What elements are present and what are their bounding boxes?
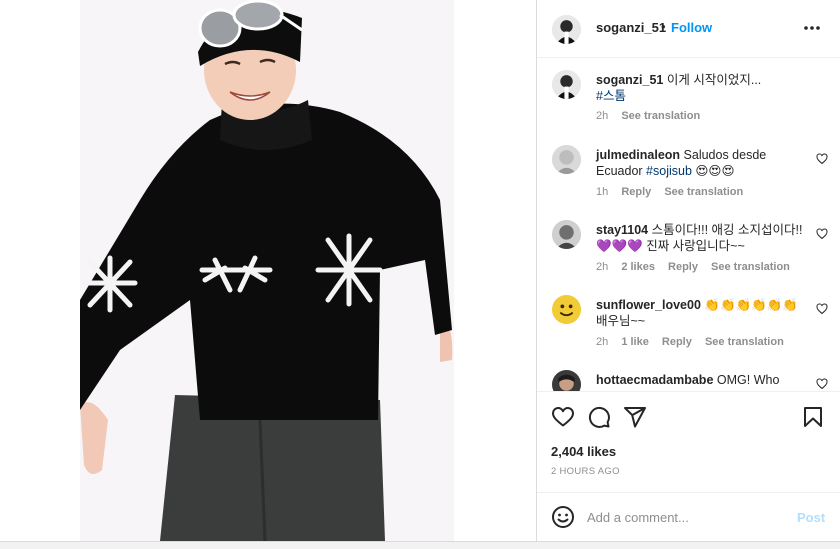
- comment-text: hottaecmadambabe OMG! Who: [596, 372, 810, 388]
- post-photo[interactable]: [80, 0, 454, 541]
- post-button[interactable]: Post: [797, 510, 825, 525]
- post-image: [80, 0, 454, 541]
- comment-emoji: 💜💜💜: [596, 239, 643, 253]
- heart-icon[interactable]: [551, 405, 575, 429]
- caption-hashtag[interactable]: #스톰: [596, 89, 626, 103]
- reply-button[interactable]: Reply: [621, 186, 651, 198]
- comment-body: 스톰이다!!! 애깅 소지섭이다!!: [651, 223, 803, 237]
- add-comment-bar: Post: [537, 492, 840, 541]
- comment-like-heart-icon[interactable]: [816, 378, 828, 390]
- reply-button[interactable]: Reply: [662, 336, 692, 348]
- commenter-username[interactable]: hottaecmadambabe: [596, 373, 713, 387]
- comment-time[interactable]: 2h: [596, 336, 608, 348]
- comment-emoji: 😍😍😍: [695, 164, 735, 178]
- commenter-avatar[interactable]: [552, 145, 581, 174]
- reply-button[interactable]: Reply: [668, 261, 698, 273]
- comment-input[interactable]: [587, 506, 787, 528]
- post-side-panel: soganzi_51 • Follow soganzi_51 이게 시작이었지.…: [537, 0, 840, 541]
- comment-time[interactable]: 2h: [596, 261, 608, 273]
- see-translation-button[interactable]: See translation: [711, 261, 790, 273]
- window-bottom-edge: [0, 541, 840, 549]
- commenter-username[interactable]: sunflower_love00: [596, 298, 701, 312]
- comment-text: stay1104 스톰이다!!! 애깅 소지섭이다!! 💜💜💜 진짜 사랑입니다…: [596, 222, 810, 254]
- follow-button[interactable]: Follow: [671, 20, 712, 35]
- post-timestamp[interactable]: 2 HOURS AGO: [551, 466, 620, 477]
- comment-body-2: 진짜 사랑입니다~~: [646, 239, 745, 253]
- more-options-icon[interactable]: [802, 18, 822, 38]
- comment-text: sunflower_love00 👏👏👏👏👏👏 배우님~~: [596, 297, 810, 329]
- comment-likes[interactable]: 1 like: [621, 336, 649, 348]
- caption-text: soganzi_51 이게 시작이었지... #스톰: [596, 72, 810, 104]
- commenter-username[interactable]: julmedinaleon: [596, 148, 680, 162]
- post-photo-area: [0, 0, 537, 541]
- comment-meta: 2h 2 likes Reply See translation: [596, 261, 800, 273]
- post-actions: 2,404 likes 2 HOURS AGO: [537, 391, 840, 492]
- bookmark-icon[interactable]: [801, 405, 825, 429]
- comment-emoji: 👏👏👏👏👏👏: [704, 298, 798, 312]
- comment-like-heart-icon[interactable]: [816, 303, 828, 315]
- comment-likes[interactable]: 2 likes: [621, 261, 655, 273]
- paper-plane-icon[interactable]: [623, 405, 647, 429]
- see-translation-button[interactable]: See translation: [664, 186, 743, 198]
- comment-like-heart-icon[interactable]: [816, 153, 828, 165]
- comment-meta: 2h 1 like Reply See translation: [596, 336, 794, 348]
- comment-hashtag[interactable]: #sojisub: [646, 164, 692, 178]
- commenter-avatar[interactable]: [552, 295, 581, 324]
- commenter-avatar[interactable]: [552, 370, 581, 391]
- like-count[interactable]: 2,404 likes: [551, 444, 616, 459]
- caption-avatar[interactable]: [552, 70, 581, 99]
- comment-text: julmedinaleon Saludos desde Ecuador #soj…: [596, 147, 810, 179]
- comment-like-heart-icon[interactable]: [816, 228, 828, 240]
- comment-icon[interactable]: [587, 405, 611, 429]
- separator-dot: •: [661, 19, 666, 34]
- comment-meta: 1h Reply See translation: [596, 186, 753, 198]
- post-header: soganzi_51 • Follow: [537, 0, 840, 58]
- author-username[interactable]: soganzi_51: [596, 20, 666, 35]
- caption-body: 이게 시작이었지...: [666, 73, 762, 87]
- caption-meta: 2h See translation: [596, 110, 710, 122]
- comment-body: OMG! Who: [716, 373, 780, 387]
- caption-username[interactable]: soganzi_51: [596, 73, 663, 87]
- caption-time[interactable]: 2h: [596, 110, 608, 122]
- caption-see-translation[interactable]: See translation: [621, 110, 700, 122]
- comments-list[interactable]: soganzi_51 이게 시작이었지... #스톰 2h See transl…: [537, 58, 840, 391]
- commenter-avatar[interactable]: [552, 220, 581, 249]
- author-avatar[interactable]: [552, 15, 581, 44]
- commenter-username[interactable]: stay1104: [596, 223, 648, 237]
- see-translation-button[interactable]: See translation: [705, 336, 784, 348]
- comment-time[interactable]: 1h: [596, 186, 608, 198]
- emoji-icon[interactable]: [551, 505, 575, 529]
- comment-body: 배우님~~: [596, 314, 646, 328]
